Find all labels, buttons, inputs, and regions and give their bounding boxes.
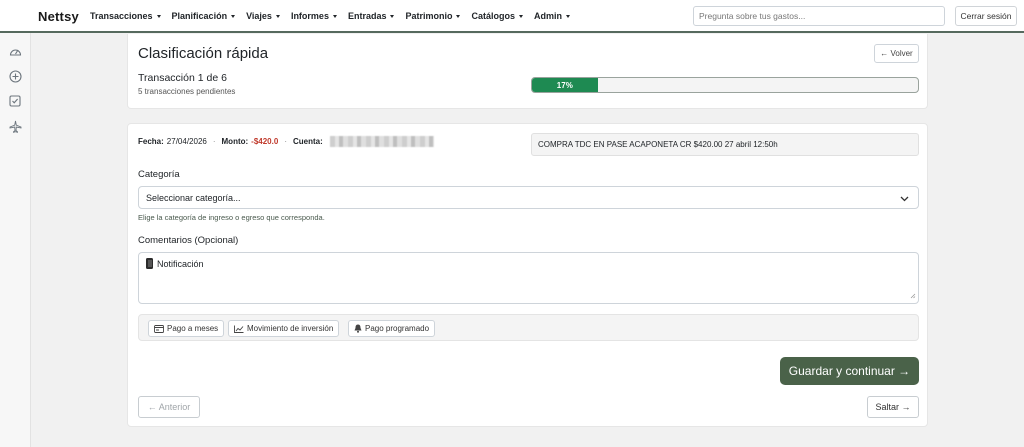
menu-entradas[interactable]: Entradas bbox=[348, 11, 395, 21]
pending-count: 5 transacciones pendientes bbox=[138, 87, 236, 96]
quick-options-bar: Pago a meses Movimiento de inversión Pag… bbox=[138, 314, 919, 341]
skip-button[interactable]: Saltar → bbox=[867, 396, 919, 418]
previous-button[interactable]: ← Anterior bbox=[138, 396, 200, 418]
menu-label: Viajes bbox=[246, 11, 272, 21]
menu-transacciones[interactable]: Transacciones bbox=[90, 11, 161, 21]
category-select-value: Seleccionar categoría... bbox=[146, 192, 241, 203]
menu-label: Informes bbox=[290, 11, 329, 21]
bell-icon bbox=[354, 324, 362, 333]
chip-movimiento-inversion[interactable]: Movimiento de inversión bbox=[228, 320, 340, 337]
menu-admin[interactable]: Admin bbox=[534, 11, 570, 21]
separator: · bbox=[284, 137, 287, 146]
amount-label: Monto: bbox=[221, 137, 249, 146]
chip-pago-programado[interactable]: Pago programado bbox=[348, 320, 436, 337]
caret-down-icon bbox=[519, 15, 523, 18]
mobile-phone-icon bbox=[146, 258, 153, 269]
caret-down-icon bbox=[332, 15, 337, 18]
transaction-meta: Fecha: 27/04/2026 · Monto: -$420.0 · Cue… bbox=[138, 136, 434, 147]
header-card: Clasificación rápida ← Volver Transacció… bbox=[127, 34, 928, 109]
caret-down-icon bbox=[390, 15, 395, 18]
chart-line-icon bbox=[234, 325, 244, 333]
comments-value: Notificación bbox=[157, 259, 204, 269]
transaction-counter: Transacción 1 de 6 bbox=[138, 72, 227, 84]
check-square-icon[interactable] bbox=[8, 94, 22, 108]
progress-bar: 17% bbox=[531, 77, 919, 93]
menu-patrimonio[interactable]: Patrimonio bbox=[405, 11, 461, 21]
caret-down-icon bbox=[456, 15, 461, 18]
resize-grip-icon[interactable] bbox=[910, 291, 916, 301]
caret-down-icon bbox=[156, 15, 161, 18]
menu-label: Patrimonio bbox=[405, 11, 453, 21]
account-label: Cuenta: bbox=[292, 137, 323, 146]
date-value: 27/04/2026 bbox=[166, 137, 207, 146]
classification-card: Fecha: 27/04/2026 · Monto: -$420.0 · Cue… bbox=[127, 123, 928, 427]
calendar-card-icon bbox=[154, 324, 164, 333]
amount-value: -$420.0 bbox=[251, 137, 279, 146]
sidebar bbox=[0, 0, 31, 447]
account-value-redacted bbox=[329, 136, 434, 147]
transaction-description: COMPRA TDC EN PASE ACAPONETA CR $420.00 … bbox=[531, 133, 919, 156]
back-button[interactable]: ← Volver bbox=[874, 44, 919, 63]
airplane-icon[interactable] bbox=[8, 119, 22, 133]
search-input[interactable] bbox=[693, 6, 945, 26]
save-continue-button[interactable]: Guardar y continuar → bbox=[780, 357, 919, 385]
chevron-down-icon bbox=[900, 194, 909, 204]
brand-logo[interactable]: Nettsy bbox=[38, 9, 79, 24]
menu-label: Planificación bbox=[171, 11, 228, 21]
chip-label: Pago a meses bbox=[167, 324, 219, 333]
caret-down-icon bbox=[275, 15, 280, 18]
menu-planificacion[interactable]: Planificación bbox=[172, 11, 236, 21]
logout-button[interactable]: Cerrar sesión bbox=[955, 6, 1017, 26]
category-label: Categoría bbox=[138, 169, 180, 180]
main-menu: Transacciones Planificación Viajes Infor… bbox=[90, 11, 581, 21]
comments-label: Comentarios (Opcional) bbox=[138, 235, 239, 246]
progress-fill: 17% bbox=[532, 78, 598, 92]
menu-label: Transacciones bbox=[90, 11, 153, 21]
menu-label: Admin bbox=[534, 11, 562, 21]
menu-label: Entradas bbox=[347, 11, 387, 21]
date-label: Fecha: bbox=[138, 137, 164, 146]
category-select[interactable]: Seleccionar categoría... bbox=[138, 186, 919, 209]
menu-informes[interactable]: Informes bbox=[291, 11, 337, 21]
menu-viajes[interactable]: Viajes bbox=[246, 11, 280, 21]
page-title: Clasificación rápida bbox=[138, 45, 269, 62]
top-navbar: Nettsy Transacciones Planificación Viaje… bbox=[0, 0, 1024, 33]
plus-circle-icon[interactable] bbox=[8, 69, 22, 83]
dashboard-gauge-icon[interactable] bbox=[8, 44, 22, 58]
chip-label: Pago programado bbox=[365, 324, 430, 333]
caret-down-icon bbox=[231, 15, 236, 18]
caret-down-icon bbox=[566, 15, 570, 18]
chip-pago-a-meses[interactable]: Pago a meses bbox=[148, 320, 225, 337]
menu-label: Catálogos bbox=[471, 11, 515, 21]
separator: · bbox=[212, 137, 216, 146]
menu-catalogos[interactable]: Catálogos bbox=[471, 11, 523, 21]
category-help-text: Elige la categoría de ingreso o egreso q… bbox=[138, 213, 325, 222]
comments-textarea[interactable]: Notificación bbox=[138, 252, 919, 304]
chip-label: Movimiento de inversión bbox=[247, 324, 334, 333]
